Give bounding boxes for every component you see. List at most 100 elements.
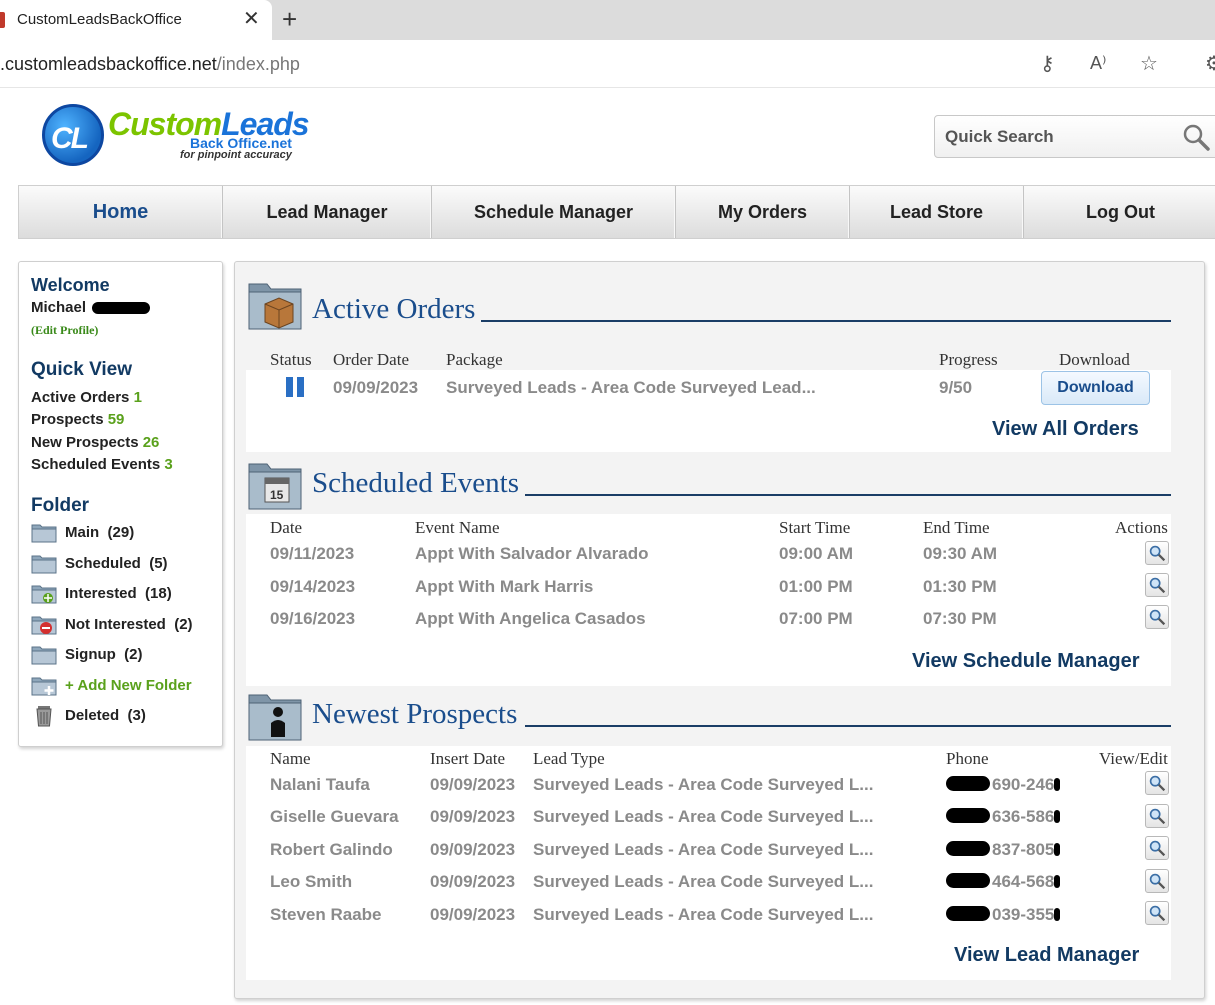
redacted-area-code xyxy=(946,808,990,823)
nav-home[interactable]: Home xyxy=(19,186,223,238)
scheduled-events-divider xyxy=(525,494,1171,496)
url-text[interactable]: .customleadsbackoffice.net/index.php xyxy=(0,54,300,75)
folder-count: (3) xyxy=(127,706,146,724)
close-tab-icon[interactable]: ✕ xyxy=(243,8,260,30)
magnifier-view-icon[interactable] xyxy=(1145,836,1169,860)
event-end: 07:30 PM xyxy=(923,609,997,628)
quick-search-input[interactable] xyxy=(945,126,1175,148)
browser-tab-bar: CustomLeadsBackOffice ✕ + xyxy=(0,0,1215,40)
event-name: Appt With Angelica Casados xyxy=(415,609,646,628)
search-icon[interactable] xyxy=(1181,122,1211,152)
prospect-name: Steven Raabe xyxy=(270,905,382,924)
trash-icon xyxy=(36,706,52,727)
col-header-insert-date: Insert Date xyxy=(430,749,506,768)
quick-view-new-prospects[interactable]: New Prospects 26 xyxy=(31,434,159,451)
folder-signup[interactable]: Signup (2) xyxy=(31,641,143,667)
prospect-phone: 837-805 xyxy=(946,840,1061,860)
quick-view-active-orders[interactable]: Active Orders 1 xyxy=(31,389,142,406)
folder-count: (5) xyxy=(149,554,168,572)
magnifier-view-icon[interactable] xyxy=(1145,541,1169,565)
folder-label: Main xyxy=(65,523,100,541)
folder-icon xyxy=(31,555,57,574)
newest-prospects-title: Newest Prospects xyxy=(312,698,518,730)
col-header-phone: Phone xyxy=(946,749,989,768)
active-orders-title: Active Orders xyxy=(312,293,476,325)
magnifier-view-icon[interactable] xyxy=(1145,869,1169,893)
quick-view-heading: Quick View xyxy=(31,359,133,380)
prospect-insert-date: 09/09/2023 xyxy=(430,775,516,794)
prospect-insert-date: 09/09/2023 xyxy=(430,840,516,859)
prospect-folder-icon xyxy=(248,694,302,741)
folder-icon xyxy=(31,524,57,543)
prospect-phone: 464-568 xyxy=(946,872,1061,892)
download-button[interactable]: Download xyxy=(1041,371,1150,405)
quick-view-scheduled-events[interactable]: Scheduled Events 3 xyxy=(31,456,173,473)
folder-deleted[interactable]: Deleted (3) xyxy=(31,702,146,728)
folder-interested[interactable]: Interested (18) xyxy=(31,580,172,606)
nav-lead-manager[interactable]: Lead Manager xyxy=(223,186,432,238)
calendar-folder-icon: 15 xyxy=(248,463,302,510)
read-aloud-icon[interactable]: A⁾ xyxy=(1090,53,1106,74)
address-bar[interactable]: .customleadsbackoffice.net/index.php ⚷ A… xyxy=(0,40,1215,88)
extensions-icon[interactable]: ⚙ xyxy=(1205,51,1215,76)
browser-tab[interactable]: CustomLeadsBackOffice ✕ xyxy=(0,0,272,40)
scheduled-events-title: Scheduled Events xyxy=(312,467,519,499)
edit-profile-link[interactable]: (Edit Profile) xyxy=(31,323,98,338)
view-lead-manager-link[interactable]: View Lead Manager xyxy=(954,944,1139,967)
site-logo[interactable]: CL CustomLeads Back Office.net for pinpo… xyxy=(42,102,332,172)
event-start: 07:00 PM xyxy=(779,609,853,628)
magnifier-view-icon[interactable] xyxy=(1145,573,1169,597)
welcome-heading: Welcome xyxy=(31,275,110,295)
favorite-star-icon[interactable]: ☆ xyxy=(1140,51,1158,76)
phone-visible-digits: 464-568 xyxy=(992,872,1055,891)
nav-schedule-manager[interactable]: Schedule Manager xyxy=(432,186,676,238)
prospect-phone: 039-355 xyxy=(946,905,1061,925)
folder-count: (2) xyxy=(124,645,143,663)
folder-not-interested[interactable]: Not Interested (2) xyxy=(31,611,193,637)
nav-lead-store[interactable]: Lead Store xyxy=(850,186,1024,238)
tab-title: CustomLeadsBackOffice xyxy=(17,11,182,28)
magnifier-view-icon[interactable] xyxy=(1145,901,1169,925)
event-end: 01:30 PM xyxy=(923,577,997,596)
folder-count: (2) xyxy=(174,615,193,633)
col-header-progress: Progress xyxy=(939,350,998,369)
orders-box-icon xyxy=(248,283,302,330)
view-schedule-manager-link[interactable]: View Schedule Manager xyxy=(912,650,1140,673)
folder-label: Not Interested xyxy=(65,615,166,633)
col-header-order-date: Order Date xyxy=(333,350,409,369)
redacted-area-code xyxy=(946,873,990,888)
pause-icon xyxy=(286,377,304,397)
newest-prospects-divider xyxy=(525,725,1171,727)
folder-scheduled[interactable]: Scheduled (5) xyxy=(31,550,168,576)
view-all-orders-link[interactable]: View All Orders xyxy=(992,418,1139,441)
prospect-lead-type: Surveyed Leads - Area Code Surveyed L... xyxy=(533,905,874,924)
magnifier-view-icon[interactable] xyxy=(1145,605,1169,629)
active-orders-divider xyxy=(481,320,1171,322)
nav-my-orders[interactable]: My Orders xyxy=(676,186,850,238)
magnifier-view-icon[interactable] xyxy=(1145,804,1169,828)
event-start: 01:00 PM xyxy=(779,577,853,596)
folder-icon xyxy=(31,646,57,665)
event-end: 09:30 AM xyxy=(923,544,998,563)
quick-view-prospects[interactable]: Prospects 59 xyxy=(31,411,124,428)
nav-log-out[interactable]: Log Out xyxy=(1024,186,1215,238)
event-name: Appt With Salvador Alvarado xyxy=(415,544,649,563)
quick-view-label: Prospects xyxy=(31,411,104,428)
quick-view-label: Scheduled Events xyxy=(31,456,161,473)
new-tab-icon[interactable]: + xyxy=(282,6,297,32)
logo-tagline: for pinpoint accuracy xyxy=(180,149,292,161)
folder-label: Scheduled xyxy=(65,554,141,572)
folder-count: (29) xyxy=(107,523,135,541)
key-icon[interactable]: ⚷ xyxy=(1040,51,1055,76)
sidebar: Welcome Michael (Edit Profile) Quick Vie… xyxy=(18,261,223,747)
col-header-start-time: Start Time xyxy=(779,518,851,537)
quick-view-label: New Prospects xyxy=(31,434,139,451)
folder-label: Signup xyxy=(65,645,116,663)
order-progress: 9/50 xyxy=(939,378,973,397)
redacted-surname xyxy=(92,302,151,315)
folder-count: (18) xyxy=(145,584,172,602)
add-new-folder-link[interactable]: + Add New Folder xyxy=(31,672,192,698)
magnifier-view-icon[interactable] xyxy=(1145,771,1169,795)
folder-main[interactable]: Main (29) xyxy=(31,519,134,545)
redacted-last-digit xyxy=(1054,778,1061,791)
